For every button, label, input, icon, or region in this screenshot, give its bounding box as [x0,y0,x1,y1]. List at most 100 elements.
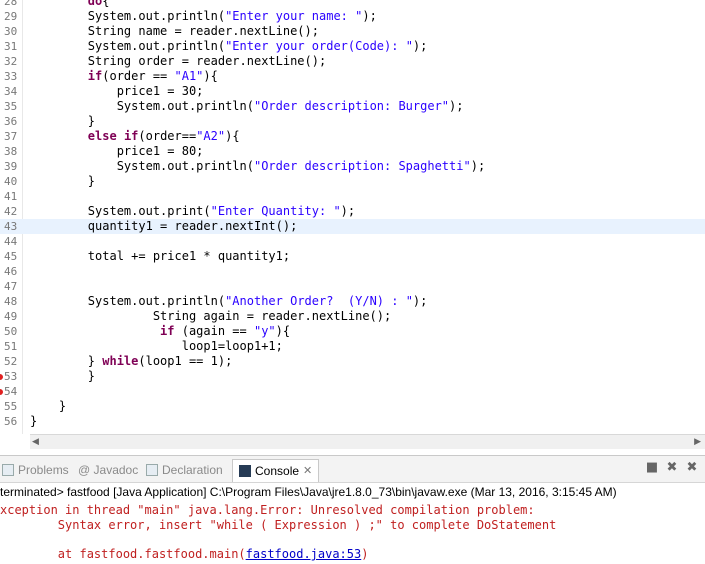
line-number: 39 [4,160,18,173]
code-text: } [30,399,67,413]
code-line[interactable]: 32 String order = reader.nextLine(); [0,54,705,69]
line-number: 30 [4,25,18,38]
scroll-left-icon[interactable]: ◀ [32,435,39,449]
code-line[interactable]: 34 price1 = 30; [0,84,705,99]
tab-label: @ Javadoc [78,463,139,477]
code-text: String again = reader.nextLine(); [30,309,392,323]
error-marker-icon[interactable] [0,389,3,395]
console-stack-line: at fastfood.fastfood.main(fastfood.java:… [0,547,369,562]
code-line[interactable]: 49 String again = reader.nextLine(); [0,309,705,324]
code-text: String name = reader.nextLine(); [30,24,319,38]
line-number: 54 [4,385,18,398]
close-tab-icon[interactable]: ✕ [303,460,312,482]
line-number: 28 [4,0,18,8]
code-text: quantity1 = reader.nextInt(); [30,219,298,233]
problems-icon [2,464,14,476]
line-number: 44 [4,235,18,248]
line-number: 47 [4,280,18,293]
code-text: price1 = 30; [30,84,204,98]
code-text: System.out.println("Enter your order(Cod… [30,39,428,53]
declaration-icon [146,464,158,476]
code-text: if(order == "A1"){ [87,69,218,83]
stop-icon[interactable]: ■ [645,461,659,475]
line-number: 53 [4,370,18,383]
line-number: 42 [4,205,18,218]
code-text: } [30,414,38,428]
code-text: } [30,174,96,188]
line-number: 35 [4,100,18,113]
code-text: } [30,114,96,128]
code-line[interactable]: 28 do{ [0,0,705,9]
code-line[interactable]: 30 String name = reader.nextLine(); [0,24,705,39]
console-icon [239,465,251,477]
tab-console[interactable]: Console ✕ [232,459,320,482]
tab-problems[interactable]: Problems [2,461,69,479]
horizontal-scrollbar[interactable]: ◀ ▶ [30,434,705,449]
line-number: 34 [4,85,18,98]
line-number: 32 [4,55,18,68]
stack-suffix: ) [361,547,369,561]
code-text: String order = reader.nextLine(); [30,54,327,68]
line-number: 56 [4,415,18,428]
tab-label: Problems [18,463,69,477]
console-status: terminated> fastfood [Java Application] … [0,485,617,499]
code-line[interactable]: 39 System.out.println("Order description… [0,159,705,174]
code-line[interactable]: 43 quantity1 = reader.nextInt(); [0,219,705,234]
code-line[interactable]: 53 } [0,369,705,384]
code-text: System.out.println("Another Order? (Y/N)… [30,294,428,308]
tab-javadoc[interactable]: @ Javadoc [78,461,138,479]
error-marker-icon[interactable] [0,374,3,380]
code-text: do{ [87,0,110,8]
line-number: 29 [4,10,18,23]
code-line[interactable]: 42 System.out.print("Enter Quantity: "); [0,204,705,219]
code-text: System.out.println("Enter your name: "); [30,9,377,23]
code-line[interactable]: 55 } [0,399,705,414]
line-number: 33 [4,70,18,83]
code-line[interactable]: 38 price1 = 80; [0,144,705,159]
code-line[interactable]: 35 System.out.println("Order description… [0,99,705,114]
tab-label: Console [255,464,300,478]
console-error-line: Syntax error, insert "while ( Expression… [0,518,557,532]
code-line[interactable]: 45 total += price1 * quantity1; [0,249,705,264]
line-number: 40 [4,175,18,188]
code-editor[interactable]: 28 do{29 System.out.println("Enter your … [0,0,705,434]
code-line[interactable]: 33 if(order == "A1"){ [0,69,705,84]
code-line[interactable]: 36 } [0,114,705,129]
code-line[interactable]: 31 System.out.println("Enter your order(… [0,39,705,54]
code-line[interactable]: 46 [0,264,705,279]
code-text: System.out.println("Order description: S… [30,159,486,173]
code-line[interactable]: 41 [0,189,705,204]
line-number: 51 [4,340,18,353]
code-line[interactable]: 47 [0,279,705,294]
console-error-line: xception in thread "main" java.lang.Erro… [0,503,535,517]
code-line[interactable]: 52 } while(loop1 == 1); [0,354,705,369]
scroll-right-icon[interactable]: ▶ [694,435,701,449]
code-text: price1 = 80; [30,144,204,158]
code-text: System.out.print("Enter Quantity: "); [30,204,356,218]
tab-declaration[interactable]: Declaration [146,461,223,479]
stack-prefix: at fastfood.fastfood.main( [0,547,246,561]
console-panel: Problems @ Javadoc Declaration Console ✕… [0,455,705,564]
source-link[interactable]: fastfood.java:53 [246,547,362,561]
code-line[interactable]: 50 if (again == "y"){ [0,324,705,339]
line-number: 55 [4,400,18,413]
tab-label: Declaration [162,463,223,477]
remove-launch-icon[interactable]: ✖ [665,461,679,475]
line-number: 38 [4,145,18,158]
code-line[interactable]: 40 } [0,174,705,189]
code-line[interactable]: 48 System.out.println("Another Order? (Y… [0,294,705,309]
code-line[interactable]: 56} [0,414,705,429]
code-text: } while(loop1 == 1); [30,354,233,368]
code-line[interactable]: 29 System.out.println("Enter your name: … [0,9,705,24]
line-number: 48 [4,295,18,308]
code-line[interactable]: 44 [0,234,705,249]
code-text: total += price1 * quantity1; [30,249,291,263]
code-line[interactable]: 54 [0,384,705,399]
line-number: 41 [4,190,18,203]
line-number: 43 [4,220,18,233]
view-tab-bar: Problems @ Javadoc Declaration Console ✕… [0,456,705,483]
line-number: 36 [4,115,18,128]
code-line[interactable]: 51 loop1=loop1+1; [0,339,705,354]
remove-all-terminated-icon[interactable]: ✖ [685,461,699,475]
code-line[interactable]: 37 else if(order=="A2"){ [0,129,705,144]
